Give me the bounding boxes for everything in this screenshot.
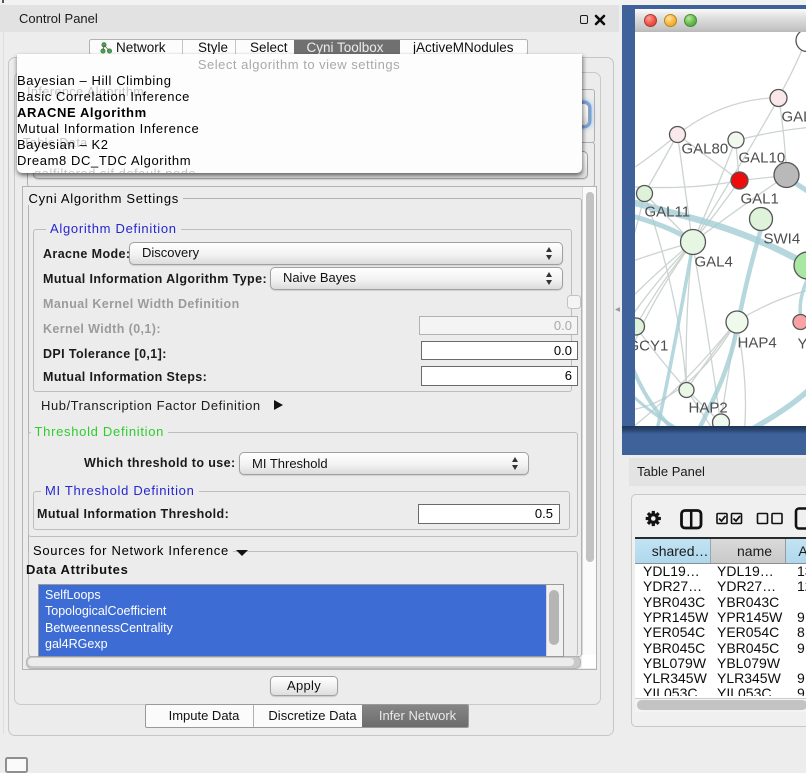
svg-text:GAL1: GAL1 <box>740 190 778 207</box>
svg-text:GAL10: GAL10 <box>738 149 785 166</box>
svg-text:SWI4: SWI4 <box>763 230 800 247</box>
svg-text:Y: Y <box>797 335 806 352</box>
svg-text:GAL11: GAL11 <box>644 203 690 220</box>
svg-text:HAP4: HAP4 <box>737 334 776 351</box>
svg-text:GCY1: GCY1 <box>635 337 668 354</box>
svg-text:HAP2: HAP2 <box>688 399 727 416</box>
svg-text:GAL80: GAL80 <box>681 140 728 157</box>
svg-text:GAL4: GAL4 <box>694 253 732 270</box>
svg-text:GAL7: GAL7 <box>781 108 806 125</box>
